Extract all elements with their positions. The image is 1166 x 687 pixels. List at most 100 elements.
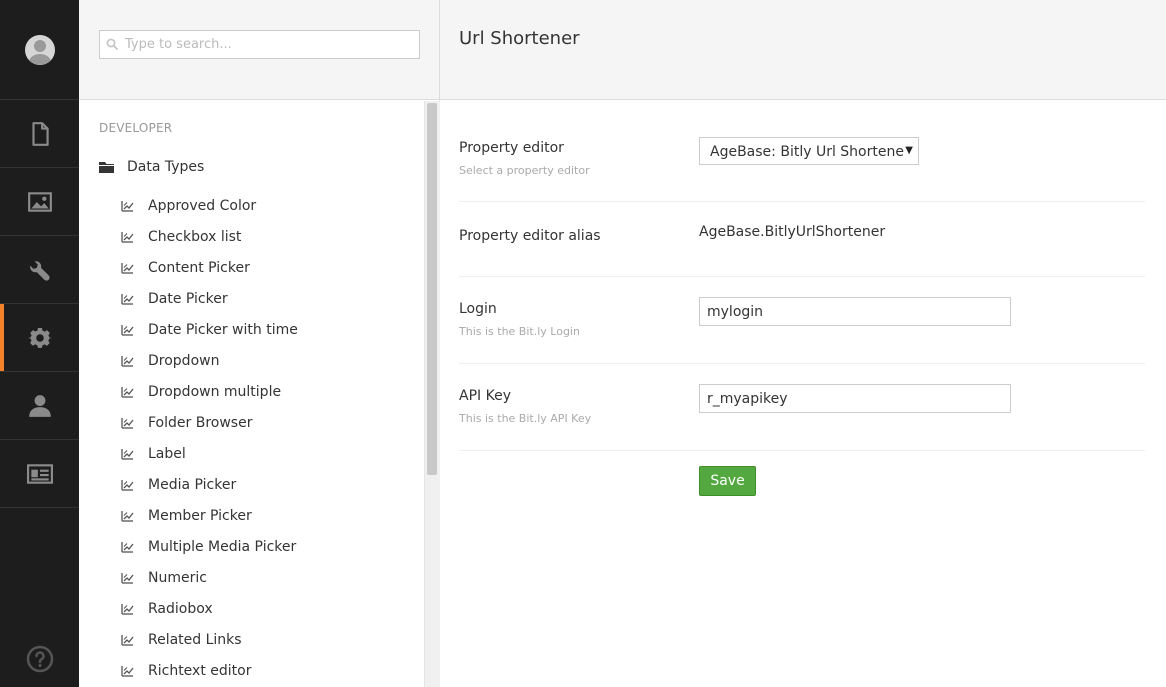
folder-icon <box>99 161 114 173</box>
tree-item-label: Date Picker <box>148 290 228 307</box>
gear-icon <box>27 327 52 348</box>
tree-item-label: Checkbox list <box>148 228 242 245</box>
alias-label: Property editor alias <box>459 228 601 244</box>
tree-item-list: Approved Color Checkbox list Content Picke… <box>121 190 298 686</box>
datatype-icon <box>121 572 134 584</box>
tree-item[interactable]: Content Picker <box>121 252 298 283</box>
id-card-icon <box>26 463 53 484</box>
property-editor-row: Property editor Select a property editor… <box>459 100 1145 202</box>
avatar[interactable] <box>24 34 55 65</box>
tree-item-label: Content Picker <box>148 259 250 276</box>
datatype-icon <box>121 665 134 677</box>
tree-item-label: Radiobox <box>148 600 213 617</box>
datatype-icon <box>121 479 134 491</box>
api-key-label: API Key <box>459 388 511 404</box>
tree-item-label: Date Picker with time <box>148 321 298 338</box>
datatype-icon <box>121 510 134 522</box>
app-navigation <box>0 0 79 687</box>
property-editor-label: Property editor <box>459 140 564 156</box>
tree-header <box>79 0 439 100</box>
datatype-icon <box>121 200 134 212</box>
alias-row: Property editor alias AgeBase.BitlyUrlSh… <box>459 202 1145 277</box>
tree-item[interactable]: Date Picker <box>121 283 298 314</box>
tree-item-label: Approved Color <box>148 197 257 214</box>
tree-item-label: Dropdown <box>148 352 220 369</box>
datatype-icon <box>121 634 134 646</box>
nav-media[interactable] <box>0 168 79 236</box>
nav-members[interactable] <box>0 440 79 508</box>
tree-item[interactable]: Member Picker <box>121 500 298 531</box>
datatype-icon <box>121 417 134 429</box>
wrench-icon <box>29 260 50 281</box>
property-editor-selected: AgeBase: Bitly Url Shortene <box>710 144 904 160</box>
search-icon <box>106 38 118 50</box>
dropdown-arrow-icon: ▼ <box>905 145 913 156</box>
tree-body: DEVELOPER Data Types Approved Color Check… <box>79 101 424 687</box>
property-editor-description: Select a property editor <box>459 164 590 177</box>
datatype-icon <box>121 603 134 615</box>
tree-item[interactable]: Approved Color <box>121 190 298 221</box>
datatype-icon <box>121 262 134 274</box>
tree-item-label: Media Picker <box>148 476 237 493</box>
user-icon <box>28 394 51 417</box>
image-icon <box>27 191 52 212</box>
property-editor-select[interactable]: AgeBase: Bitly Url Shortene ▼ <box>699 137 919 165</box>
tree-item[interactable]: Label <box>121 438 298 469</box>
datatype-icon <box>121 355 134 367</box>
login-description: This is the Bit.ly Login <box>459 325 580 338</box>
tree-item-label: Multiple Media Picker <box>148 538 297 555</box>
avatar-container <box>0 0 79 100</box>
tree-item-label: Folder Browser <box>148 414 253 431</box>
alias-value: AgeBase.BitlyUrlShortener <box>699 224 886 240</box>
tree-item[interactable]: Media Picker <box>121 469 298 500</box>
api-key-row: API Key This is the Bit.ly API Key <box>459 364 1145 451</box>
editor-panel: Property editor Select a property editor… <box>440 0 1166 687</box>
datatype-icon <box>121 324 134 336</box>
tree-panel: DEVELOPER Data Types Approved Color Check… <box>79 0 440 687</box>
help-button[interactable] <box>0 645 79 673</box>
tree-item-label: Related Links <box>148 631 242 648</box>
section-title: DEVELOPER <box>99 121 173 135</box>
datatype-icon <box>121 448 134 460</box>
tree-item[interactable]: Related Links <box>121 624 298 655</box>
editor-header <box>440 0 1166 100</box>
datatype-icon <box>121 541 134 553</box>
tree-item-label: Numeric <box>148 569 207 586</box>
tree-item-label: Member Picker <box>148 507 252 524</box>
tree-root-label: Data Types <box>127 159 205 175</box>
nav-settings[interactable] <box>0 236 79 304</box>
nav-content[interactable] <box>0 100 79 168</box>
tree-item[interactable]: Numeric <box>121 562 298 593</box>
tree-item-label: Dropdown multiple <box>148 383 282 400</box>
tree-item[interactable]: Multiple Media Picker <box>121 531 298 562</box>
document-icon <box>31 121 49 146</box>
tree-item[interactable]: Date Picker with time <box>121 314 298 345</box>
tree-item[interactable]: Richtext editor <box>121 655 298 686</box>
search-box <box>99 30 420 59</box>
datatype-name-input[interactable] <box>459 24 959 52</box>
api-key-description: This is the Bit.ly API Key <box>459 412 592 425</box>
login-label: Login <box>459 301 497 317</box>
tree-root-data-types[interactable]: Data Types <box>99 159 204 175</box>
tree-item-label: Richtext editor <box>148 662 252 679</box>
login-input[interactable] <box>699 297 1011 326</box>
scrollbar-thumb[interactable] <box>427 103 437 475</box>
tree-item-label: Label <box>148 445 186 462</box>
tree-item[interactable]: Radiobox <box>121 593 298 624</box>
nav-users[interactable] <box>0 372 79 440</box>
save-button[interactable]: Save <box>699 466 756 496</box>
login-row: Login This is the Bit.ly Login <box>459 277 1145 364</box>
api-key-input[interactable] <box>699 384 1011 413</box>
tree-item[interactable]: Folder Browser <box>121 407 298 438</box>
tree-item[interactable]: Dropdown multiple <box>121 376 298 407</box>
help-icon <box>26 645 53 673</box>
tree-scrollbar[interactable] <box>424 101 440 687</box>
nav-developer[interactable] <box>0 304 79 372</box>
datatype-icon <box>121 231 134 243</box>
tree-item[interactable]: Dropdown <box>121 345 298 376</box>
tree-item[interactable]: Checkbox list <box>121 221 298 252</box>
property-rows: Property editor Select a property editor… <box>459 100 1145 451</box>
datatype-icon <box>121 386 134 398</box>
datatype-icon <box>121 293 134 305</box>
search-input[interactable] <box>100 31 419 58</box>
